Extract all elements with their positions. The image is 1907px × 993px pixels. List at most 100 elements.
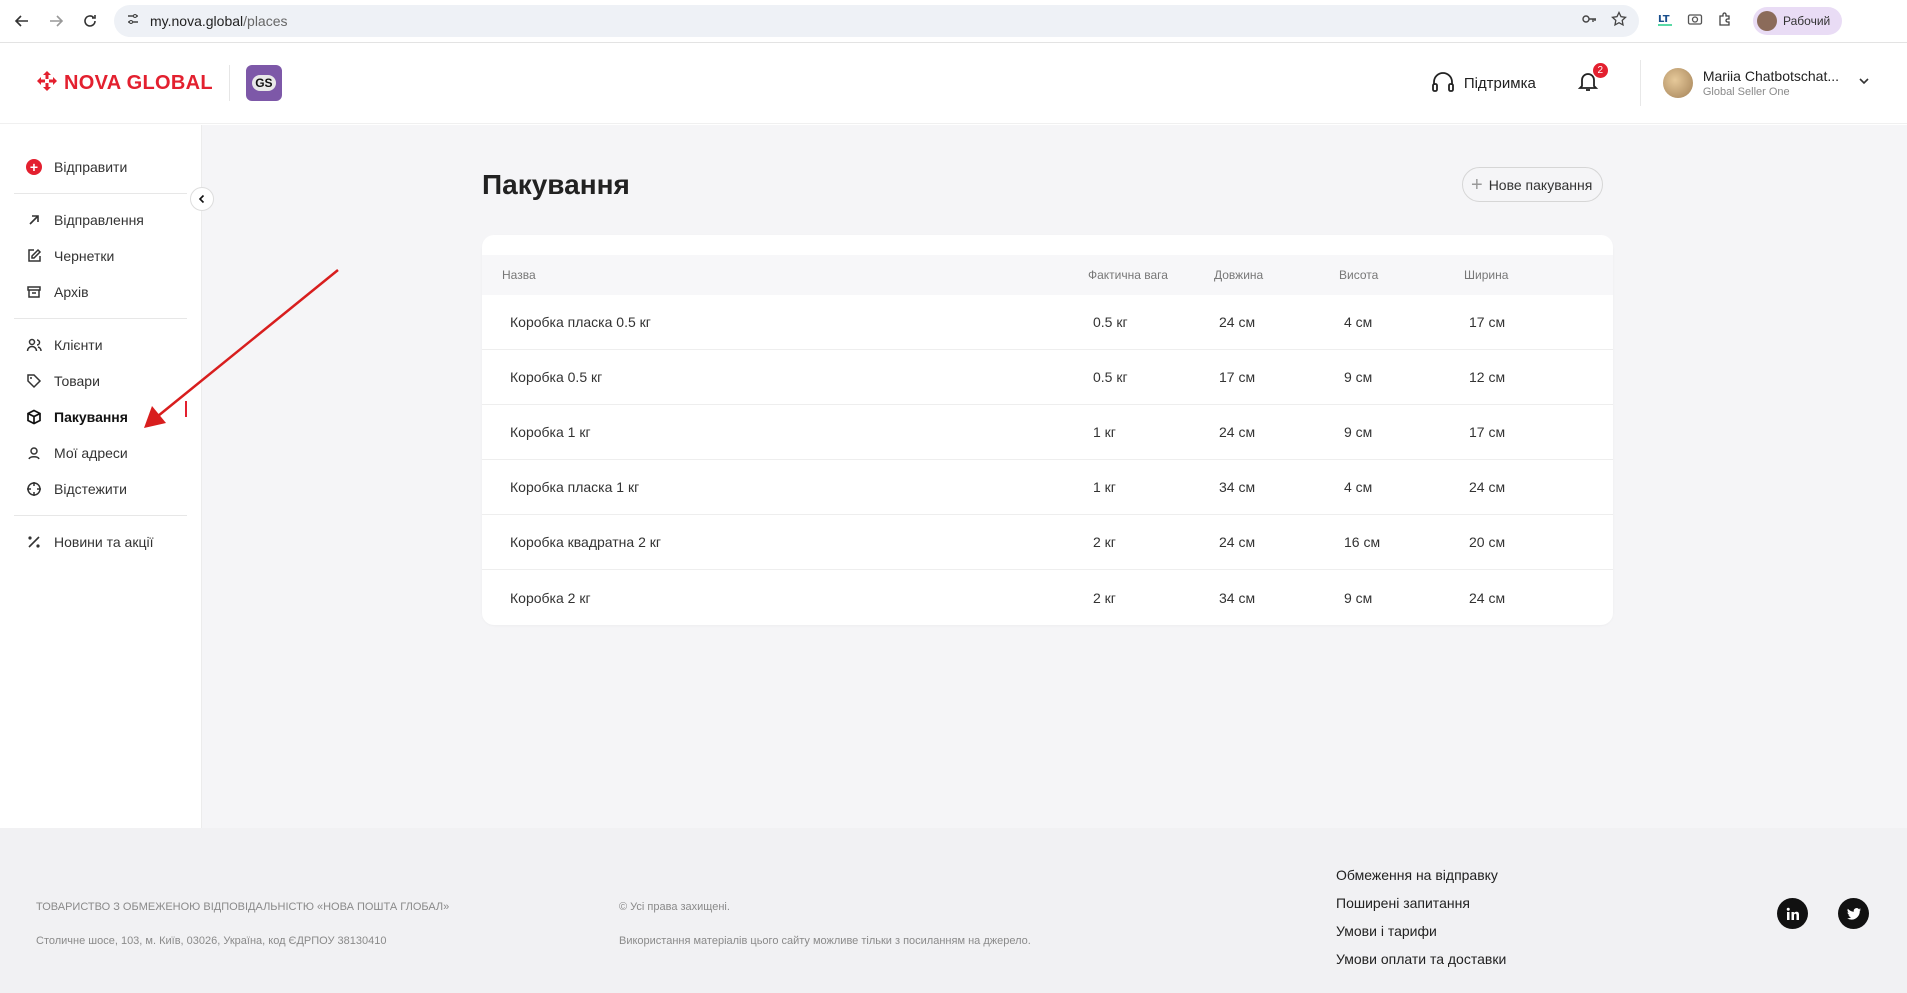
column-header-width[interactable]: Ширина xyxy=(1464,268,1589,282)
sidebar-item-news[interactable]: Новини та акції xyxy=(14,524,187,560)
plus-circle-icon: + xyxy=(26,159,42,175)
brand-name: NOVA GLOBAL xyxy=(64,71,213,94)
sidebar-item-label: Відстежити xyxy=(54,481,127,497)
key-icon[interactable] xyxy=(1581,11,1597,32)
sidebar-item-archive[interactable]: Архів xyxy=(14,274,187,310)
footer-rights: © Усі права захищені. xyxy=(619,901,730,913)
sidebar-collapse-button[interactable] xyxy=(190,187,214,211)
user-name: Mariia Chatbotschat... xyxy=(1702,68,1839,84)
linkedin-icon[interactable] xyxy=(1777,898,1808,929)
cell-weight: 0.5 кг xyxy=(1093,314,1128,330)
cell-weight: 2 кг xyxy=(1093,534,1116,550)
table-row[interactable]: Коробка 2 кг 2 кг 34 см 9 см 24 см xyxy=(482,570,1613,625)
twitter-icon[interactable] xyxy=(1838,898,1869,929)
sidebar-item-drafts[interactable]: Чернетки xyxy=(14,238,187,274)
column-header-name[interactable]: Назва xyxy=(482,268,1088,282)
table-row[interactable]: Коробка 1 кг 1 кг 24 см 9 см 17 см xyxy=(482,405,1613,460)
footer-address: Столичне шосе, 103, м. Київ, 03026, Укра… xyxy=(36,935,387,947)
sidebar-item-label: Архів xyxy=(54,284,89,300)
table-row[interactable]: Коробка 0.5 кг 0.5 кг 17 см 9 см 12 см xyxy=(482,350,1613,405)
sidebar-item-label: Клієнти xyxy=(54,337,103,353)
cell-width: 24 см xyxy=(1469,589,1506,606)
box-icon xyxy=(27,409,41,425)
sidebar-item-label: Мої адреси xyxy=(54,445,128,461)
user-role: Global Seller One xyxy=(1702,86,1790,98)
cell-width: 12 см xyxy=(1469,369,1506,385)
arrow-up-right-icon xyxy=(29,215,39,225)
cell-height: 4 см xyxy=(1344,479,1373,495)
sidebar-divider xyxy=(14,193,187,194)
sidebar-item-send[interactable]: + Відправити xyxy=(14,149,187,185)
active-indicator xyxy=(185,401,187,417)
footer: ТОВАРИСТВО З ОБМЕЖЕНОЮ ВІДПОВІДАЛЬНІСТЮ … xyxy=(0,828,1907,993)
sidebar-item-label: Пакування xyxy=(54,409,128,425)
cell-weight: 1 кг xyxy=(1093,424,1116,440)
column-header-height[interactable]: Висота xyxy=(1339,268,1464,282)
cell-length: 34 см xyxy=(1219,589,1256,606)
headset-icon xyxy=(1431,72,1454,92)
footer-link-restrictions[interactable]: Обмеження на відправку xyxy=(1336,861,1506,889)
address-bar[interactable]: my.nova.global/places xyxy=(114,5,1639,37)
table-row[interactable]: Коробка пласка 0.5 кг 0.5 кг 24 см 4 см … xyxy=(482,295,1613,350)
support-link[interactable]: Підтримка xyxy=(1430,70,1536,96)
back-icon[interactable] xyxy=(8,7,36,35)
table-row[interactable]: Коробка квадратна 2 кг 2 кг 24 см 16 см … xyxy=(482,515,1613,570)
sidebar: + Відправити Відправлення Чернетки Архів… xyxy=(0,125,214,828)
footer-link-payment[interactable]: Умови оплати та доставки xyxy=(1336,945,1506,973)
percent-icon xyxy=(28,536,40,548)
column-header-length[interactable]: Довжина xyxy=(1214,268,1339,282)
svg-text:LT: LT xyxy=(1658,14,1670,25)
forward-icon[interactable] xyxy=(42,7,70,35)
sidebar-item-track[interactable]: Відстежити xyxy=(14,471,187,507)
app-header: NOVA GLOBAL GS Підтримка 2 Mariia Chatbo… xyxy=(0,43,1907,124)
cell-height: 16 см xyxy=(1344,534,1381,550)
sidebar-item-label: Новини та акції xyxy=(54,534,154,550)
column-header-weight[interactable]: Фактична вага xyxy=(1088,268,1214,282)
sidebar-item-label: Товари xyxy=(54,373,100,389)
footer-link-terms[interactable]: Умови і тарифи xyxy=(1336,917,1506,945)
translate-extension-icon[interactable]: LT xyxy=(1657,11,1673,32)
cell-length: 17 см xyxy=(1219,369,1256,385)
cell-length: 34 см xyxy=(1219,479,1256,495)
profile-label: Рабочий xyxy=(1783,14,1831,28)
sidebar-item-label: Чернетки xyxy=(54,248,115,264)
cell-weight: 2 кг xyxy=(1093,589,1116,606)
table-row[interactable]: Коробка пласка 1 кг 1 кг 34 см 4 см 24 с… xyxy=(482,460,1613,515)
reload-icon[interactable] xyxy=(76,7,104,35)
new-packaging-label: Нове пакування xyxy=(1488,176,1593,193)
cell-name: Коробка 0.5 кг xyxy=(510,369,603,385)
cell-weight: 0.5 кг xyxy=(1093,369,1128,385)
plus-icon: + xyxy=(1471,173,1483,196)
cell-length: 24 см xyxy=(1219,534,1256,550)
global-seller-logo[interactable]: GS xyxy=(245,65,282,101)
sidebar-item-products[interactable]: Товари xyxy=(14,363,187,399)
brand-divider xyxy=(228,65,230,101)
sidebar-item-packaging[interactable]: Пакування xyxy=(14,399,187,435)
tag-icon xyxy=(27,374,42,389)
bookmark-star-icon[interactable] xyxy=(1611,10,1627,32)
sidebar-item-shipments[interactable]: Відправлення xyxy=(14,202,187,238)
cell-height: 9 см xyxy=(1344,369,1373,385)
cell-name: Коробка пласка 0.5 кг xyxy=(510,314,651,330)
cell-width: 17 см xyxy=(1469,314,1506,330)
notifications-button[interactable]: 2 xyxy=(1576,62,1608,98)
target-icon xyxy=(27,482,41,496)
sidebar-item-clients[interactable]: Клієнти xyxy=(14,327,187,363)
site-info-icon[interactable] xyxy=(126,12,140,31)
cell-name: Коробка 1 кг xyxy=(510,424,591,440)
gs-logo-text: GS xyxy=(252,75,276,91)
users-icon xyxy=(26,338,42,352)
new-packaging-button[interactable]: + Нове пакування xyxy=(1462,167,1604,202)
edit-icon xyxy=(28,248,42,262)
browser-profile-chip[interactable]: Рабочий xyxy=(1753,7,1843,35)
browser-toolbar: my.nova.global/places LT Рабочий xyxy=(0,0,1907,43)
cell-name: Коробка 2 кг xyxy=(510,589,591,606)
footer-link-faq[interactable]: Поширені запитання xyxy=(1336,889,1506,917)
sidebar-item-addresses[interactable]: Мої адреси xyxy=(14,435,187,471)
extensions-puzzle-icon[interactable] xyxy=(1717,11,1733,32)
camera-icon[interactable] xyxy=(1687,11,1703,32)
sidebar-divider xyxy=(14,318,187,319)
brand-logo[interactable]: NOVA GLOBAL xyxy=(36,70,213,97)
user-menu[interactable]: Mariia Chatbotschat... Global Seller One xyxy=(1662,68,1871,98)
header-divider xyxy=(1639,60,1641,106)
